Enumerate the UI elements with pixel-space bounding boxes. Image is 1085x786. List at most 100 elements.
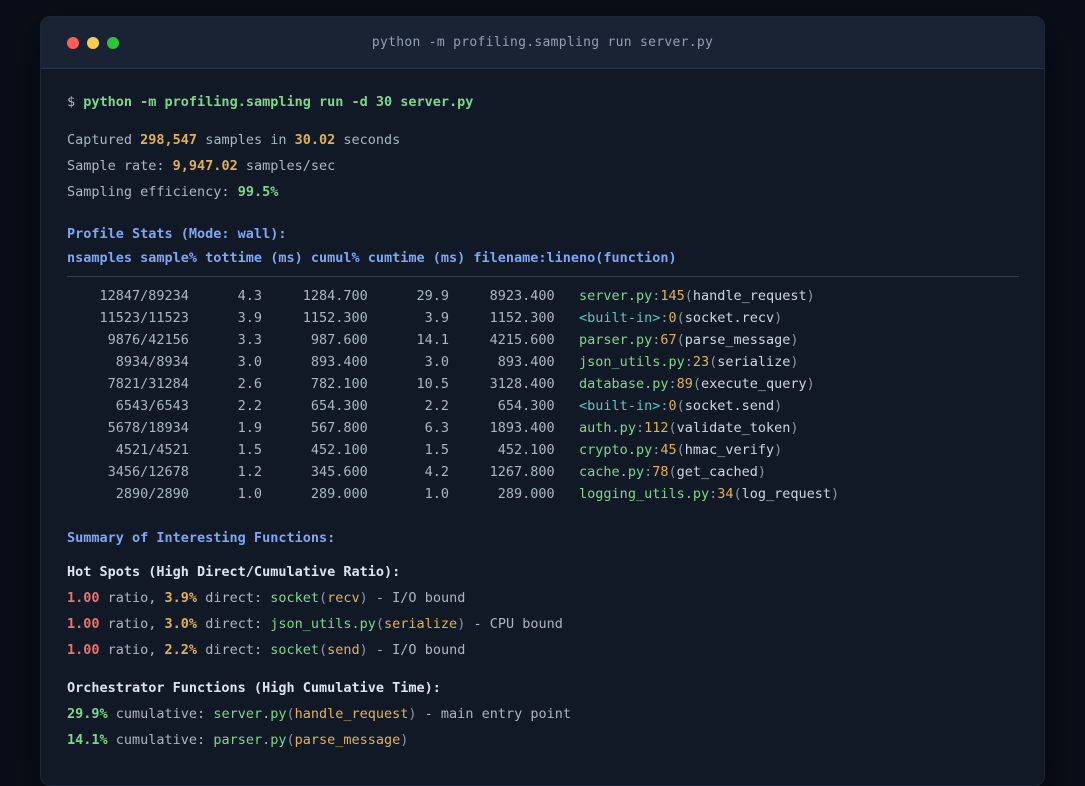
- text-segment: <built-in>: [579, 310, 661, 326]
- text-segment: 89: [676, 376, 693, 392]
- text-segment: crypto.py: [579, 442, 653, 458]
- text-segment: samples/sec: [237, 158, 336, 174]
- text-segment: ): [831, 486, 840, 502]
- text-segment: (: [676, 332, 685, 348]
- text-segment: direct:: [197, 642, 271, 658]
- text-segment: (: [676, 442, 685, 458]
- text-segment: logging_utils.py: [579, 486, 710, 502]
- text-segment: (: [319, 590, 328, 606]
- text-segment: log_request: [741, 486, 832, 502]
- text-segment: 2.2%: [164, 642, 198, 658]
- text-segment: (: [692, 376, 701, 392]
- text-segment: seconds: [335, 132, 401, 148]
- text-segment: $: [67, 94, 84, 110]
- text-segment: 7821/31284 2.6 782.100 10.5 3128.400: [67, 376, 580, 392]
- table-row: 6543/6543 2.2 654.300 2.2 654.300 <built…: [67, 395, 1019, 417]
- text-segment: (: [286, 706, 295, 722]
- text-segment: Sample rate:: [67, 158, 173, 174]
- text-segment: hmac_verify: [684, 442, 775, 458]
- text-segment: Hot Spots (High Direct/Cumulative Ratio)…: [67, 564, 401, 580]
- text-segment: 9876/42156 3.3 987.600 14.1 4215.600: [67, 332, 580, 348]
- text-segment: send: [327, 642, 360, 658]
- text-segment: Captured: [67, 132, 141, 148]
- text-segment: 99.5%: [237, 184, 279, 200]
- close-button[interactable]: [67, 36, 79, 49]
- text-segment: 11523/11523 3.9 1152.300 3.9 1152.300: [67, 310, 580, 326]
- efficiency-line: Sampling efficiency: 99.5%: [67, 179, 1019, 205]
- text-segment: serialize: [717, 354, 791, 370]
- table-header: nsamples sample% tottime (ms) cumul% cum…: [67, 247, 1019, 269]
- text-segment: ratio,: [99, 616, 165, 632]
- text-segment: 45: [660, 442, 677, 458]
- text-segment: socket.send: [684, 398, 775, 414]
- hot-spots-heading: Hot Spots (High Direct/Cumulative Ratio)…: [67, 559, 1019, 585]
- text-segment: 3.9%: [164, 590, 198, 606]
- text-segment: 5678/18934 1.9 567.800 6.3 1893.400: [67, 420, 580, 436]
- text-segment: 6543/6543 2.2 654.300 2.2 654.300: [67, 398, 580, 414]
- text-segment: json_utils.py: [579, 354, 685, 370]
- text-segment: Sampling efficiency:: [67, 184, 238, 200]
- text-segment: 67: [660, 332, 677, 348]
- terminal-window: python -m profiling.sampling run server.…: [40, 16, 1045, 786]
- text-segment: 1.00: [67, 590, 100, 606]
- text-segment: recv: [327, 590, 360, 606]
- text-segment: (: [319, 642, 328, 658]
- table-row: 9876/42156 3.3 987.600 14.1 4215.600 par…: [67, 329, 1019, 351]
- text-segment: (: [676, 310, 685, 326]
- text-segment: 1.00: [67, 616, 100, 632]
- hot-spot-line: 1.00 ratio, 3.0% direct: json_utils.py(s…: [67, 611, 1019, 637]
- text-segment: handle_request: [294, 706, 409, 722]
- text-segment: validate_token: [676, 420, 791, 436]
- zoom-button[interactable]: [107, 36, 119, 49]
- text-segment: ): [774, 442, 783, 458]
- minimize-button[interactable]: [87, 36, 99, 49]
- text-segment: auth.py: [579, 420, 636, 436]
- text-segment: serialize: [384, 616, 458, 632]
- text-segment: execute_query: [701, 376, 807, 392]
- table-rule: [67, 276, 1019, 277]
- text-segment: (: [733, 486, 742, 502]
- text-segment: direct:: [197, 590, 271, 606]
- table-row: 2890/2890 1.0 289.000 1.0 289.000 loggin…: [67, 483, 1019, 505]
- table-row: 5678/18934 1.9 567.800 6.3 1893.400 auth…: [67, 417, 1019, 439]
- orchestrator-line: 14.1% cumulative: parser.py(parse_messag…: [67, 727, 1019, 753]
- titlebar: python -m profiling.sampling run server.…: [41, 17, 1044, 69]
- table-row: 4521/4521 1.5 452.100 1.5 452.100 crypto…: [67, 439, 1019, 461]
- text-segment: 30.02: [294, 132, 336, 148]
- text-segment: 14.1%: [67, 732, 108, 748]
- text-segment: nsamples sample% tottime (ms) cumul% cum…: [67, 250, 677, 266]
- text-segment: ratio,: [99, 590, 165, 606]
- text-segment: samples in: [197, 132, 295, 148]
- text-segment: 298,547: [140, 132, 198, 148]
- text-segment: direct:: [197, 616, 271, 632]
- text-segment: 3.0%: [164, 616, 198, 632]
- terminal-body[interactable]: $ python -m profiling.sampling run -d 30…: [41, 69, 1044, 763]
- text-segment: server.py: [579, 288, 653, 304]
- table-row: 7821/31284 2.6 782.100 10.5 3128.400 dat…: [67, 373, 1019, 395]
- text-segment: :: [668, 376, 677, 392]
- text-segment: ): [400, 732, 409, 748]
- profile-stats-heading: Profile Stats (Mode: wall):: [67, 221, 1019, 247]
- text-segment: Summary of Interesting Functions:: [67, 530, 336, 546]
- sample-rate-line: Sample rate: 9,947.02 samples/sec: [67, 153, 1019, 179]
- text-segment: 3456/12678 1.2 345.600 4.2 1267.800: [67, 464, 580, 480]
- table-row: 11523/11523 3.9 1152.300 3.9 1152.300 <b…: [67, 307, 1019, 329]
- text-segment: parse_message: [294, 732, 401, 748]
- prompt-line: $ python -m profiling.sampling run -d 30…: [67, 89, 1019, 115]
- text-segment: ): [359, 642, 368, 658]
- text-segment: ): [806, 288, 815, 304]
- table-row: 12847/89234 4.3 1284.700 29.9 8923.400 s…: [67, 285, 1019, 307]
- text-segment: database.py: [579, 376, 669, 392]
- text-segment: handle_request: [692, 288, 807, 304]
- text-segment: ): [790, 354, 799, 370]
- text-segment: cache.py: [579, 464, 645, 480]
- text-segment: (: [286, 732, 295, 748]
- text-segment: parser.py: [213, 732, 287, 748]
- text-segment: 112: [644, 420, 669, 436]
- text-segment: json_utils.py: [270, 616, 376, 632]
- window-title: python -m profiling.sampling run server.…: [371, 35, 714, 50]
